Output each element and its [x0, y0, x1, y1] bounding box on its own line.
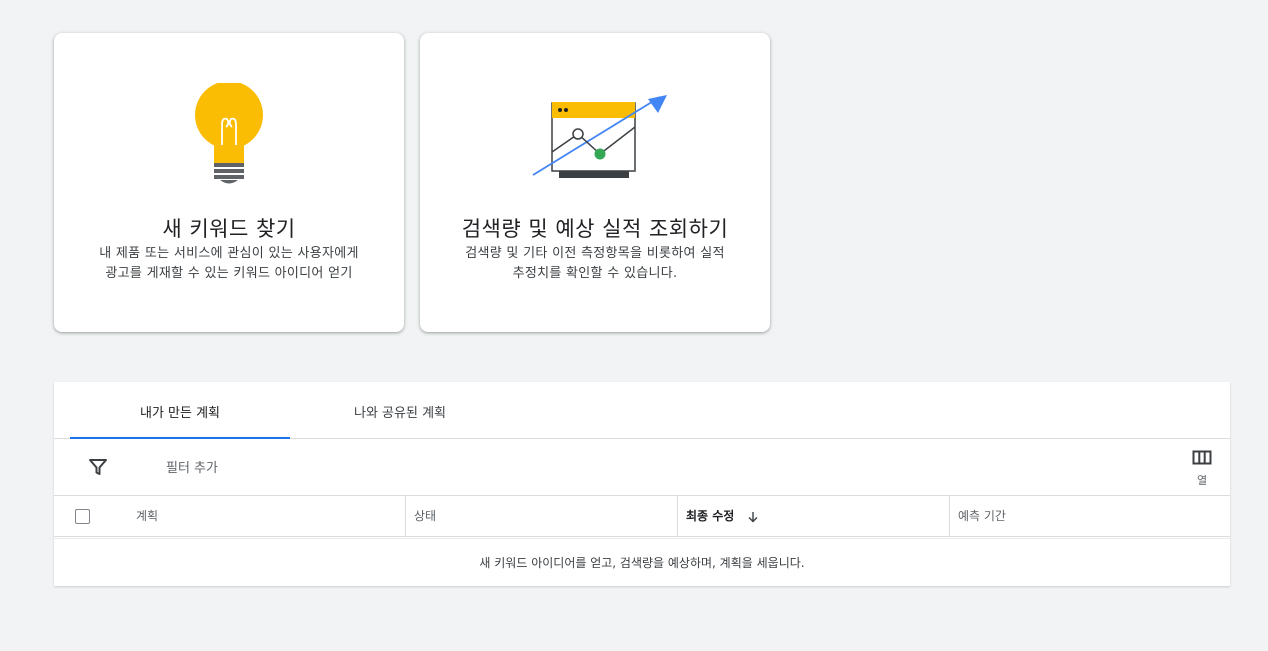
- columns-label: 열: [1196, 474, 1208, 487]
- column-header-forecast-period[interactable]: 예측 기간: [949, 496, 1230, 536]
- card-description-line: 검색량 및 기타 이전 측정항목을 비롯하여 실적: [465, 246, 725, 261]
- card-title: 새 키워드 찾기: [162, 217, 296, 241]
- tab-my-plans[interactable]: 내가 만든 계획: [70, 382, 290, 439]
- select-all-cell: [54, 496, 124, 536]
- columns-button[interactable]: 열: [1186, 447, 1218, 489]
- add-filter-button[interactable]: 필터 추가: [166, 457, 218, 476]
- card-description-line: 추정치를 확인할 수 있습니다.: [512, 266, 678, 281]
- plans-panel: 내가 만든 계획 나와 공유된 계획 필터 추가 열 계획 상태 최종 수정 예…: [54, 382, 1230, 586]
- card-title: 검색량 및 예상 실적 조회하기: [461, 217, 729, 241]
- column-header-last-modified[interactable]: 최종 수정: [677, 496, 949, 536]
- filter-bar: 필터 추가 열: [54, 439, 1230, 496]
- plan-tabs: 내가 만든 계획 나와 공유된 계획: [54, 382, 1230, 439]
- find-keywords-card[interactable]: 새 키워드 찾기 내 제품 또는 서비스에 관심이 있는 사용자에게 광고를 게…: [54, 33, 404, 332]
- column-header-plan[interactable]: 계획: [128, 496, 405, 536]
- card-description-line: 광고를 게재할 수 있는 키워드 아이디어 얻기: [105, 266, 353, 281]
- card-description: 검색량 및 기타 이전 측정항목을 비롯하여 실적 추정치를 확인할 수 있습니…: [446, 244, 744, 284]
- lightbulb-icon: [54, 81, 404, 233]
- table-header: 계획 상태 최종 수정 예측 기간: [54, 496, 1230, 537]
- empty-state-message: 새 키워드 아이디어를 얻고, 검색량을 예상하며, 계획을 세웁니다.: [54, 538, 1230, 587]
- column-header-label: 최종 수정: [686, 509, 735, 523]
- tab-shared-plans[interactable]: 나와 공유된 계획: [290, 382, 510, 438]
- column-header-status[interactable]: 상태: [405, 496, 677, 536]
- columns-icon: [1192, 450, 1212, 465]
- card-description-line: 내 제품 또는 서비스에 관심이 있는 사용자에게: [99, 246, 359, 261]
- arrow-down-icon: [748, 511, 758, 522]
- trend-chart-icon: [420, 83, 770, 233]
- card-description: 내 제품 또는 서비스에 관심이 있는 사용자에게 광고를 게재할 수 있는 키…: [80, 244, 378, 284]
- select-all-checkbox[interactable]: [75, 509, 90, 524]
- search-volume-forecast-card[interactable]: 검색량 및 예상 실적 조회하기 검색량 및 기타 이전 측정항목을 비롯하여 …: [420, 33, 770, 332]
- filter-icon[interactable]: [88, 458, 108, 476]
